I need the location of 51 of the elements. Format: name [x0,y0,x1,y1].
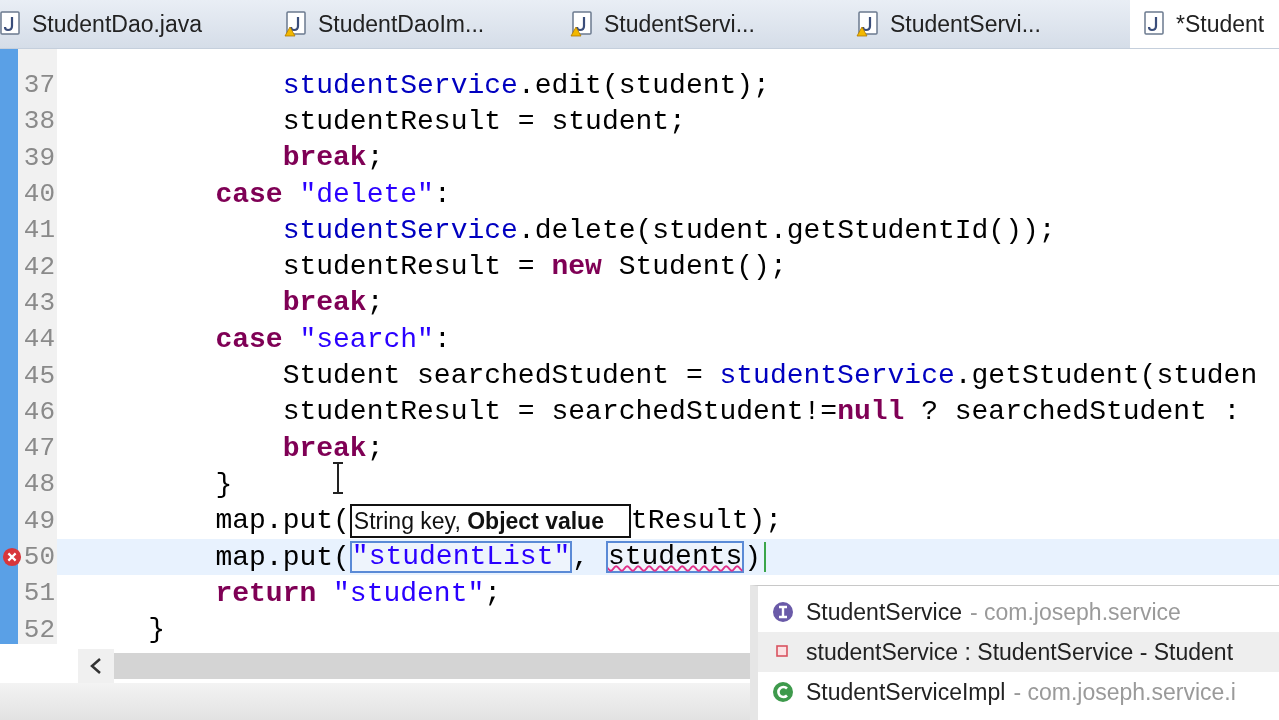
code-text: case "delete": [215,178,451,210]
line-number: 39 [23,142,55,173]
line-number: 43 [23,287,55,318]
class-icon [772,681,794,703]
code-text: map.put( [215,541,350,573]
line-number: 42 [23,251,55,282]
completion-item[interactable]: StudentService - com.joseph.service [758,592,1279,632]
code-text: case "search": [215,323,451,355]
completion-item[interactable]: StudentServiceImpl - com.joseph.service.i [758,672,1279,712]
linked-edit-field[interactable]: students [605,541,745,573]
line-number: 52 [23,614,55,645]
code-text: ) [744,541,762,573]
code-text: Student searchedStudent = studentService.getStudent(studen [282,360,1258,391]
code-text: , [572,541,591,573]
line-number: 46 [23,396,55,427]
editor-tab[interactable]: StudentDaoIm... [272,0,558,48]
line-number: 40 [23,179,55,210]
code-text: return "student"; [215,577,502,609]
line-number: 44 [23,324,55,355]
code-text: studentResult = new Student(); [282,251,787,283]
code-text: break; [282,432,384,464]
editor-tab[interactable]: StudentDao.java [0,0,272,48]
linked-edit-field[interactable]: "studentList" [349,541,573,573]
line-number: 37 [23,70,55,101]
code-text: tResult); [630,505,783,537]
left-chevron-icon [89,657,103,675]
line-number: 47 [23,433,55,464]
code-text: studentResult = searchedStudent!=null ? searchedStudent : [282,396,1241,428]
completion-item[interactable]: studentService : StudentService - Student [758,632,1279,672]
line-number: 49 [23,505,55,536]
line-number: 51 [23,578,55,609]
code-text: } [215,468,233,500]
line-number: 45 [23,360,55,391]
interface-icon [772,601,794,623]
code-text: break; [282,287,384,319]
code-text: break; [282,142,384,174]
code-text: } [148,614,165,646]
text-cursor-icon [331,461,345,495]
editor-tab[interactable]: StudentServi... [844,0,1130,48]
parameter-hint: String key, Object value [349,503,631,538]
line-number: 38 [23,106,55,137]
editor-tab[interactable]: StudentServi... [558,0,844,48]
code-text: studentService.delete(student.getStudentId()); [282,214,1056,246]
line-number: 48 [23,469,55,500]
code-text: map.put( [215,505,350,537]
editor-tab[interactable]: *Student [1130,0,1279,48]
code-text: studentResult = student; [282,105,686,137]
code-text: studentService.edit(student); [282,69,770,101]
line-number: 41 [23,215,55,246]
scroll-left-button[interactable] [78,649,114,683]
line-number: 50 [23,542,55,572]
